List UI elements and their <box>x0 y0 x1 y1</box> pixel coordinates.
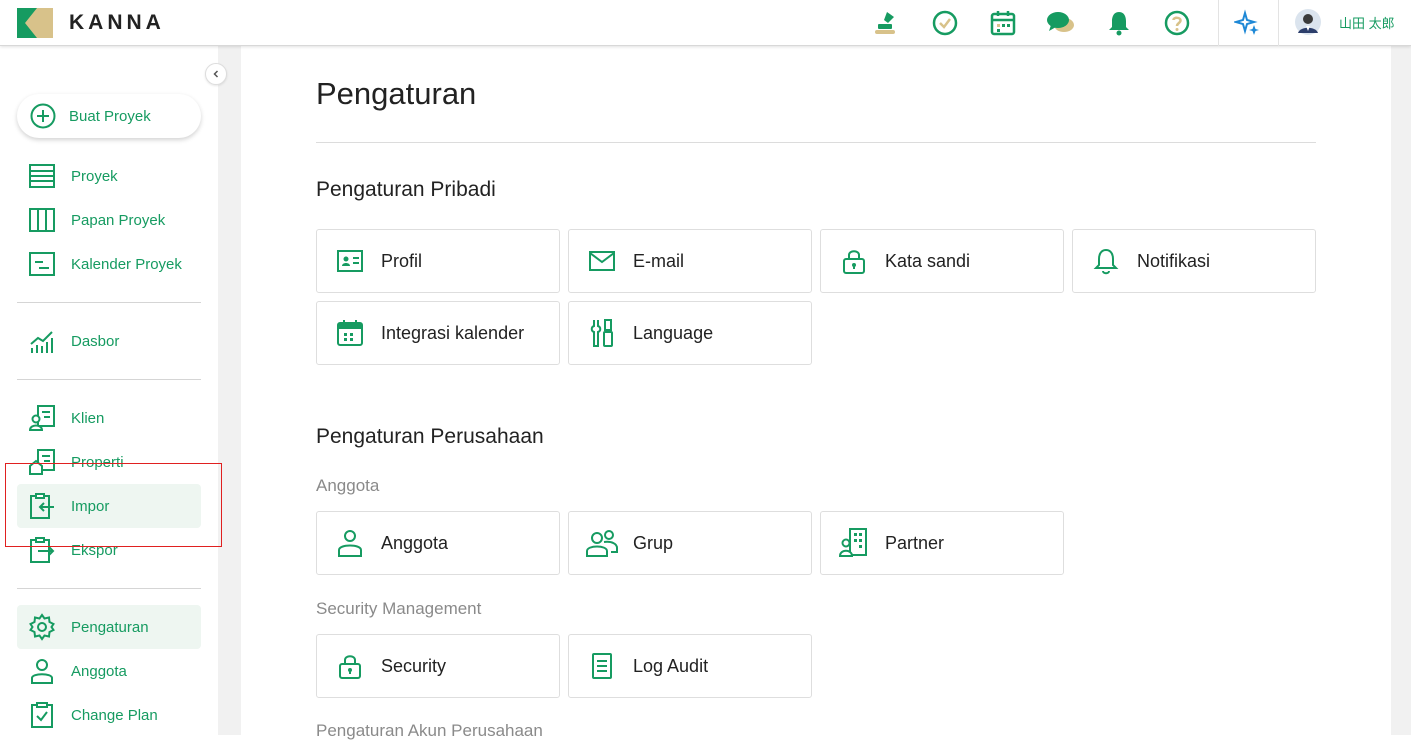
calendar-icon <box>333 316 367 350</box>
sidebar-item-proyek[interactable]: Proyek <box>17 154 201 198</box>
sidebar-item-label: Dasbor <box>71 332 120 350</box>
header-divider <box>1278 0 1279 46</box>
card-log-audit[interactable]: Log Audit <box>568 634 812 698</box>
chart-icon <box>27 326 57 356</box>
clipboard-check-icon <box>27 700 57 730</box>
avatar <box>1295 9 1321 35</box>
plus-circle-icon <box>30 103 56 129</box>
card-language[interactable]: Language <box>568 301 812 365</box>
kanna-logo-icon <box>17 8 53 38</box>
logo-text: KANNA <box>69 11 165 34</box>
sidebar-item-anggota[interactable]: Anggota <box>17 649 201 693</box>
id-card-icon <box>333 244 367 278</box>
card-label: Security <box>381 655 447 676</box>
client-icon <box>27 403 57 433</box>
page-title: Pengaturan <box>316 76 477 111</box>
sidebar-divider <box>17 379 201 380</box>
person-icon <box>27 656 57 686</box>
lock-icon <box>333 649 367 683</box>
sidebar-item-kalender-proyek[interactable]: Kalender Proyek <box>17 242 201 286</box>
card-label: Grup <box>633 532 674 553</box>
stamp-icon[interactable] <box>871 8 901 38</box>
sidebar-item-label: Papan Proyek <box>71 211 166 229</box>
document-icon <box>585 649 619 683</box>
check-circle-icon[interactable] <box>930 8 960 38</box>
sidebar-divider <box>17 588 201 589</box>
card-label: Integrasi kalender <box>381 322 525 343</box>
card-label: Language <box>633 322 714 343</box>
personal-settings-title: Pengaturan Pribadi <box>316 178 496 201</box>
sidebar-divider <box>17 302 201 303</box>
list-icon <box>27 161 57 191</box>
sidebar-item-klien[interactable]: Klien <box>17 396 201 440</box>
bell-icon[interactable] <box>1104 8 1134 38</box>
sidebar-item-change-plan[interactable]: Change Plan <box>17 693 201 737</box>
card-security[interactable]: Security <box>316 634 560 698</box>
company-settings-title: Pengaturan Perusahaan <box>316 425 544 448</box>
card-partner[interactable]: Partner <box>820 511 1064 575</box>
sidebar-item-label: Anggota <box>71 662 127 680</box>
chat-icon[interactable] <box>1046 8 1076 38</box>
card-notifikasi[interactable]: Notifikasi <box>1072 229 1316 293</box>
sidebar-item-papan-proyek[interactable]: Papan Proyek <box>17 198 201 242</box>
card-label: Kata sandi <box>885 250 971 271</box>
kanna-logo[interactable]: KANNA <box>17 8 165 38</box>
sidebar-item-label: Proyek <box>71 167 118 185</box>
card-email[interactable]: E-mail <box>568 229 812 293</box>
person-icon <box>333 526 367 560</box>
card-integrasi-kalender[interactable]: Integrasi kalender <box>316 301 560 365</box>
member-group-title: Anggota <box>316 476 380 495</box>
card-label: Partner <box>885 532 945 553</box>
create-project-button[interactable]: Buat Proyek <box>17 94 201 138</box>
calendar-list-icon <box>27 249 57 279</box>
sidebar-item-label: Kalender Proyek <box>71 255 182 273</box>
tools-icon <box>585 316 619 350</box>
sidebar-item-label: Change Plan <box>71 706 158 724</box>
card-label: Profil <box>381 250 423 271</box>
lock-icon <box>837 244 871 278</box>
account-group-title: Pengaturan Akun Perusahaan <box>316 721 543 740</box>
settings-panel <box>241 46 1391 735</box>
user-name: 山田 太郎 <box>1339 15 1395 31</box>
top-bar: KANNA 山田 太郎 <box>0 0 1411 46</box>
calendar-icon[interactable] <box>988 8 1018 38</box>
mail-icon <box>585 244 619 278</box>
card-label: Anggota <box>381 532 449 553</box>
create-project-label: Buat Proyek <box>69 107 151 125</box>
gear-icon <box>27 612 57 642</box>
partner-building-icon <box>837 526 871 560</box>
card-label: Notifikasi <box>1137 250 1211 271</box>
card-grup[interactable]: Grup <box>568 511 812 575</box>
header-divider <box>1218 0 1219 46</box>
highlight-box <box>5 463 222 547</box>
bell-outline-icon <box>1089 244 1123 278</box>
card-label: Log Audit <box>633 655 709 676</box>
security-group-title: Security Management <box>316 599 482 618</box>
card-label: E-mail <box>633 250 685 271</box>
user-menu[interactable]: 山田 太郎 <box>1295 9 1395 35</box>
card-anggota[interactable]: Anggota <box>316 511 560 575</box>
card-kata-sandi[interactable]: Kata sandi <box>820 229 1064 293</box>
card-profil[interactable]: Profil <box>316 229 560 293</box>
sidebar-item-label: Klien <box>71 409 105 427</box>
group-icon <box>585 526 619 560</box>
chevron-left-icon <box>213 70 219 78</box>
board-icon <box>27 205 57 235</box>
sidebar-item-label: Pengaturan <box>71 618 149 636</box>
title-divider <box>316 142 1316 143</box>
ai-sparkle-icon[interactable] <box>1233 8 1263 38</box>
collapse-sidebar-button[interactable] <box>205 63 227 85</box>
sidebar-item-pengaturan[interactable]: Pengaturan <box>17 605 201 649</box>
help-icon[interactable] <box>1162 8 1192 38</box>
sidebar-item-dasbor[interactable]: Dasbor <box>17 319 201 363</box>
